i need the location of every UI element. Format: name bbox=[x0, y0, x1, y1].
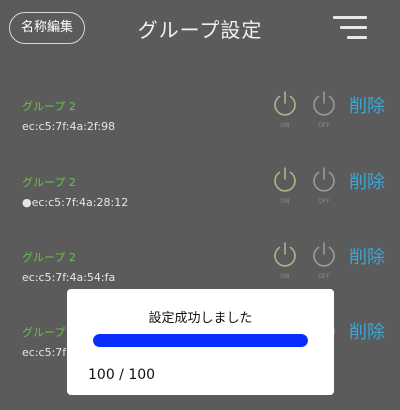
delete-button[interactable]: 削除 bbox=[349, 92, 385, 118]
power-off-label: OFF bbox=[318, 273, 330, 280]
power-on-label: ON bbox=[280, 273, 290, 280]
group-name: グループ 2 bbox=[22, 251, 76, 264]
power-off-icon bbox=[313, 242, 335, 267]
delete-button[interactable]: 削除 bbox=[349, 318, 385, 344]
power-on-label: ON bbox=[280, 122, 290, 129]
delete-button[interactable]: 削除 bbox=[349, 243, 385, 269]
mac-address: ec:c5:7f:4a:2f:98 bbox=[22, 120, 116, 133]
power-on-icon bbox=[274, 167, 296, 192]
power-on-button[interactable] bbox=[271, 166, 299, 194]
mac-address: ec:c5:7f:4a:54:fa bbox=[22, 271, 116, 284]
progress-bar-fill bbox=[93, 334, 308, 347]
power-off-label: OFF bbox=[318, 122, 330, 129]
power-on-icon bbox=[274, 91, 296, 116]
dialog-message: 設定成功しました bbox=[148, 311, 253, 326]
group-row: グループ 2 ec:c5:7f:4a:2f:98 ON OFF 削除 bbox=[0, 91, 400, 168]
power-on-label: ON bbox=[280, 198, 290, 205]
hamburger-menu-icon[interactable] bbox=[333, 16, 367, 40]
group-row: グループ 2 ●ec:c5:7f:4a:28:12 ON OFF 削除 bbox=[0, 167, 400, 244]
header-bar: 名称編集 グループ設定 bbox=[0, 0, 400, 56]
power-off-button[interactable] bbox=[310, 241, 338, 269]
group-name: グループ 2 bbox=[22, 176, 76, 189]
power-off-button[interactable] bbox=[310, 166, 338, 194]
progress-dialog: 設定成功しました 100 / 100 bbox=[67, 289, 334, 395]
progress-count: 100 / 100 bbox=[88, 367, 156, 383]
delete-button[interactable]: 削除 bbox=[349, 168, 385, 194]
power-on-icon bbox=[274, 242, 296, 267]
mac-address: ec:c5:7f: bbox=[22, 346, 70, 359]
mac-address: ●ec:c5:7f:4a:28:12 bbox=[22, 196, 129, 209]
power-off-icon bbox=[313, 167, 335, 192]
progress-bar bbox=[93, 334, 308, 347]
power-on-button[interactable] bbox=[271, 90, 299, 118]
power-off-button[interactable] bbox=[310, 90, 338, 118]
power-off-label: OFF bbox=[318, 198, 330, 205]
group-name: グループ 2 bbox=[22, 100, 76, 113]
power-off-icon bbox=[313, 91, 335, 116]
power-on-button[interactable] bbox=[271, 241, 299, 269]
